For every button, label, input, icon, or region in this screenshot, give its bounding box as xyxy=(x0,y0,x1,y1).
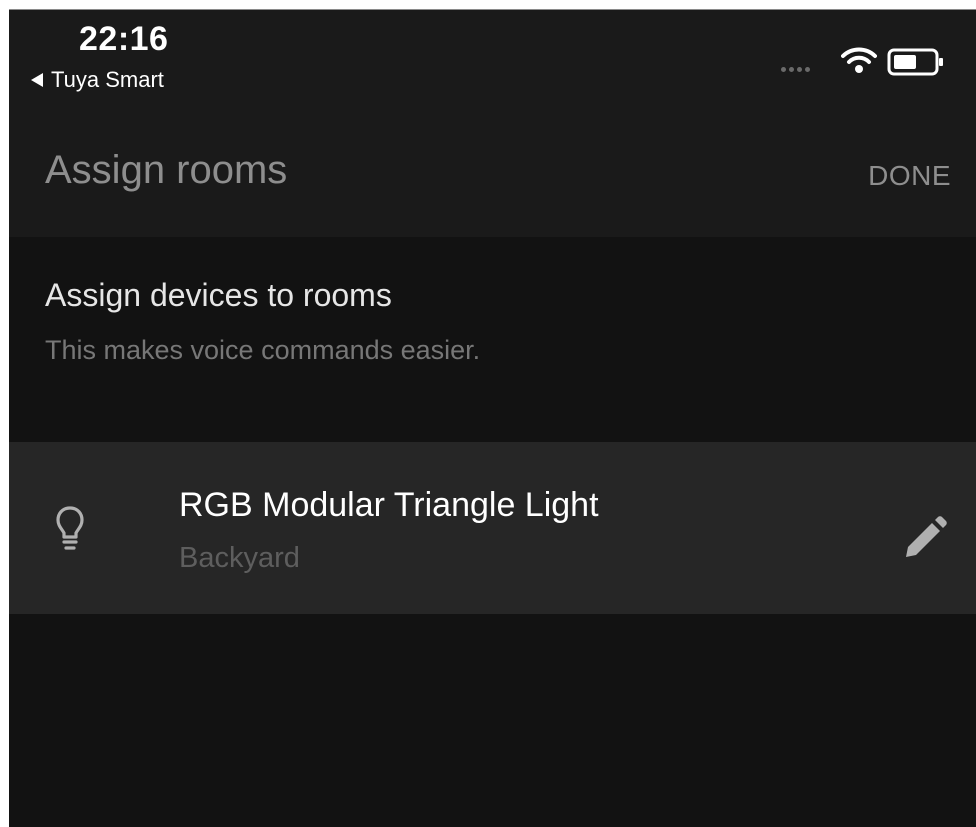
done-button[interactable]: DONE xyxy=(868,160,951,192)
section-subtitle: This makes voice commands easier. xyxy=(45,335,481,365)
page-title: Assign rooms xyxy=(45,148,288,192)
wifi-icon xyxy=(841,47,877,73)
battery-icon xyxy=(887,48,943,76)
back-to-app-link[interactable]: Tuya Smart xyxy=(31,67,164,93)
window-top-border xyxy=(0,0,976,10)
status-time: 22:16 xyxy=(79,20,169,58)
window-left-border xyxy=(0,0,9,827)
app-bar: Assign rooms DONE xyxy=(9,105,976,237)
device-room: Backyard xyxy=(179,542,300,574)
signal-dots-icon xyxy=(781,67,810,72)
pencil-edit-icon[interactable] xyxy=(902,515,948,561)
device-row[interactable]: RGB Modular Triangle Light Backyard xyxy=(9,442,976,614)
back-app-label: Tuya Smart xyxy=(51,67,164,92)
phone-screen: 22:16 Tuya Smart Assign rooms DONE Assig… xyxy=(9,10,976,827)
device-name: RGB Modular Triangle Light xyxy=(179,486,599,524)
status-bar: 22:16 Tuya Smart xyxy=(9,10,976,105)
section-title: Assign devices to rooms xyxy=(45,277,392,313)
assign-info-section: Assign devices to rooms This makes voice… xyxy=(9,237,976,442)
back-arrow-icon xyxy=(31,73,43,87)
lightbulb-icon xyxy=(56,506,84,550)
